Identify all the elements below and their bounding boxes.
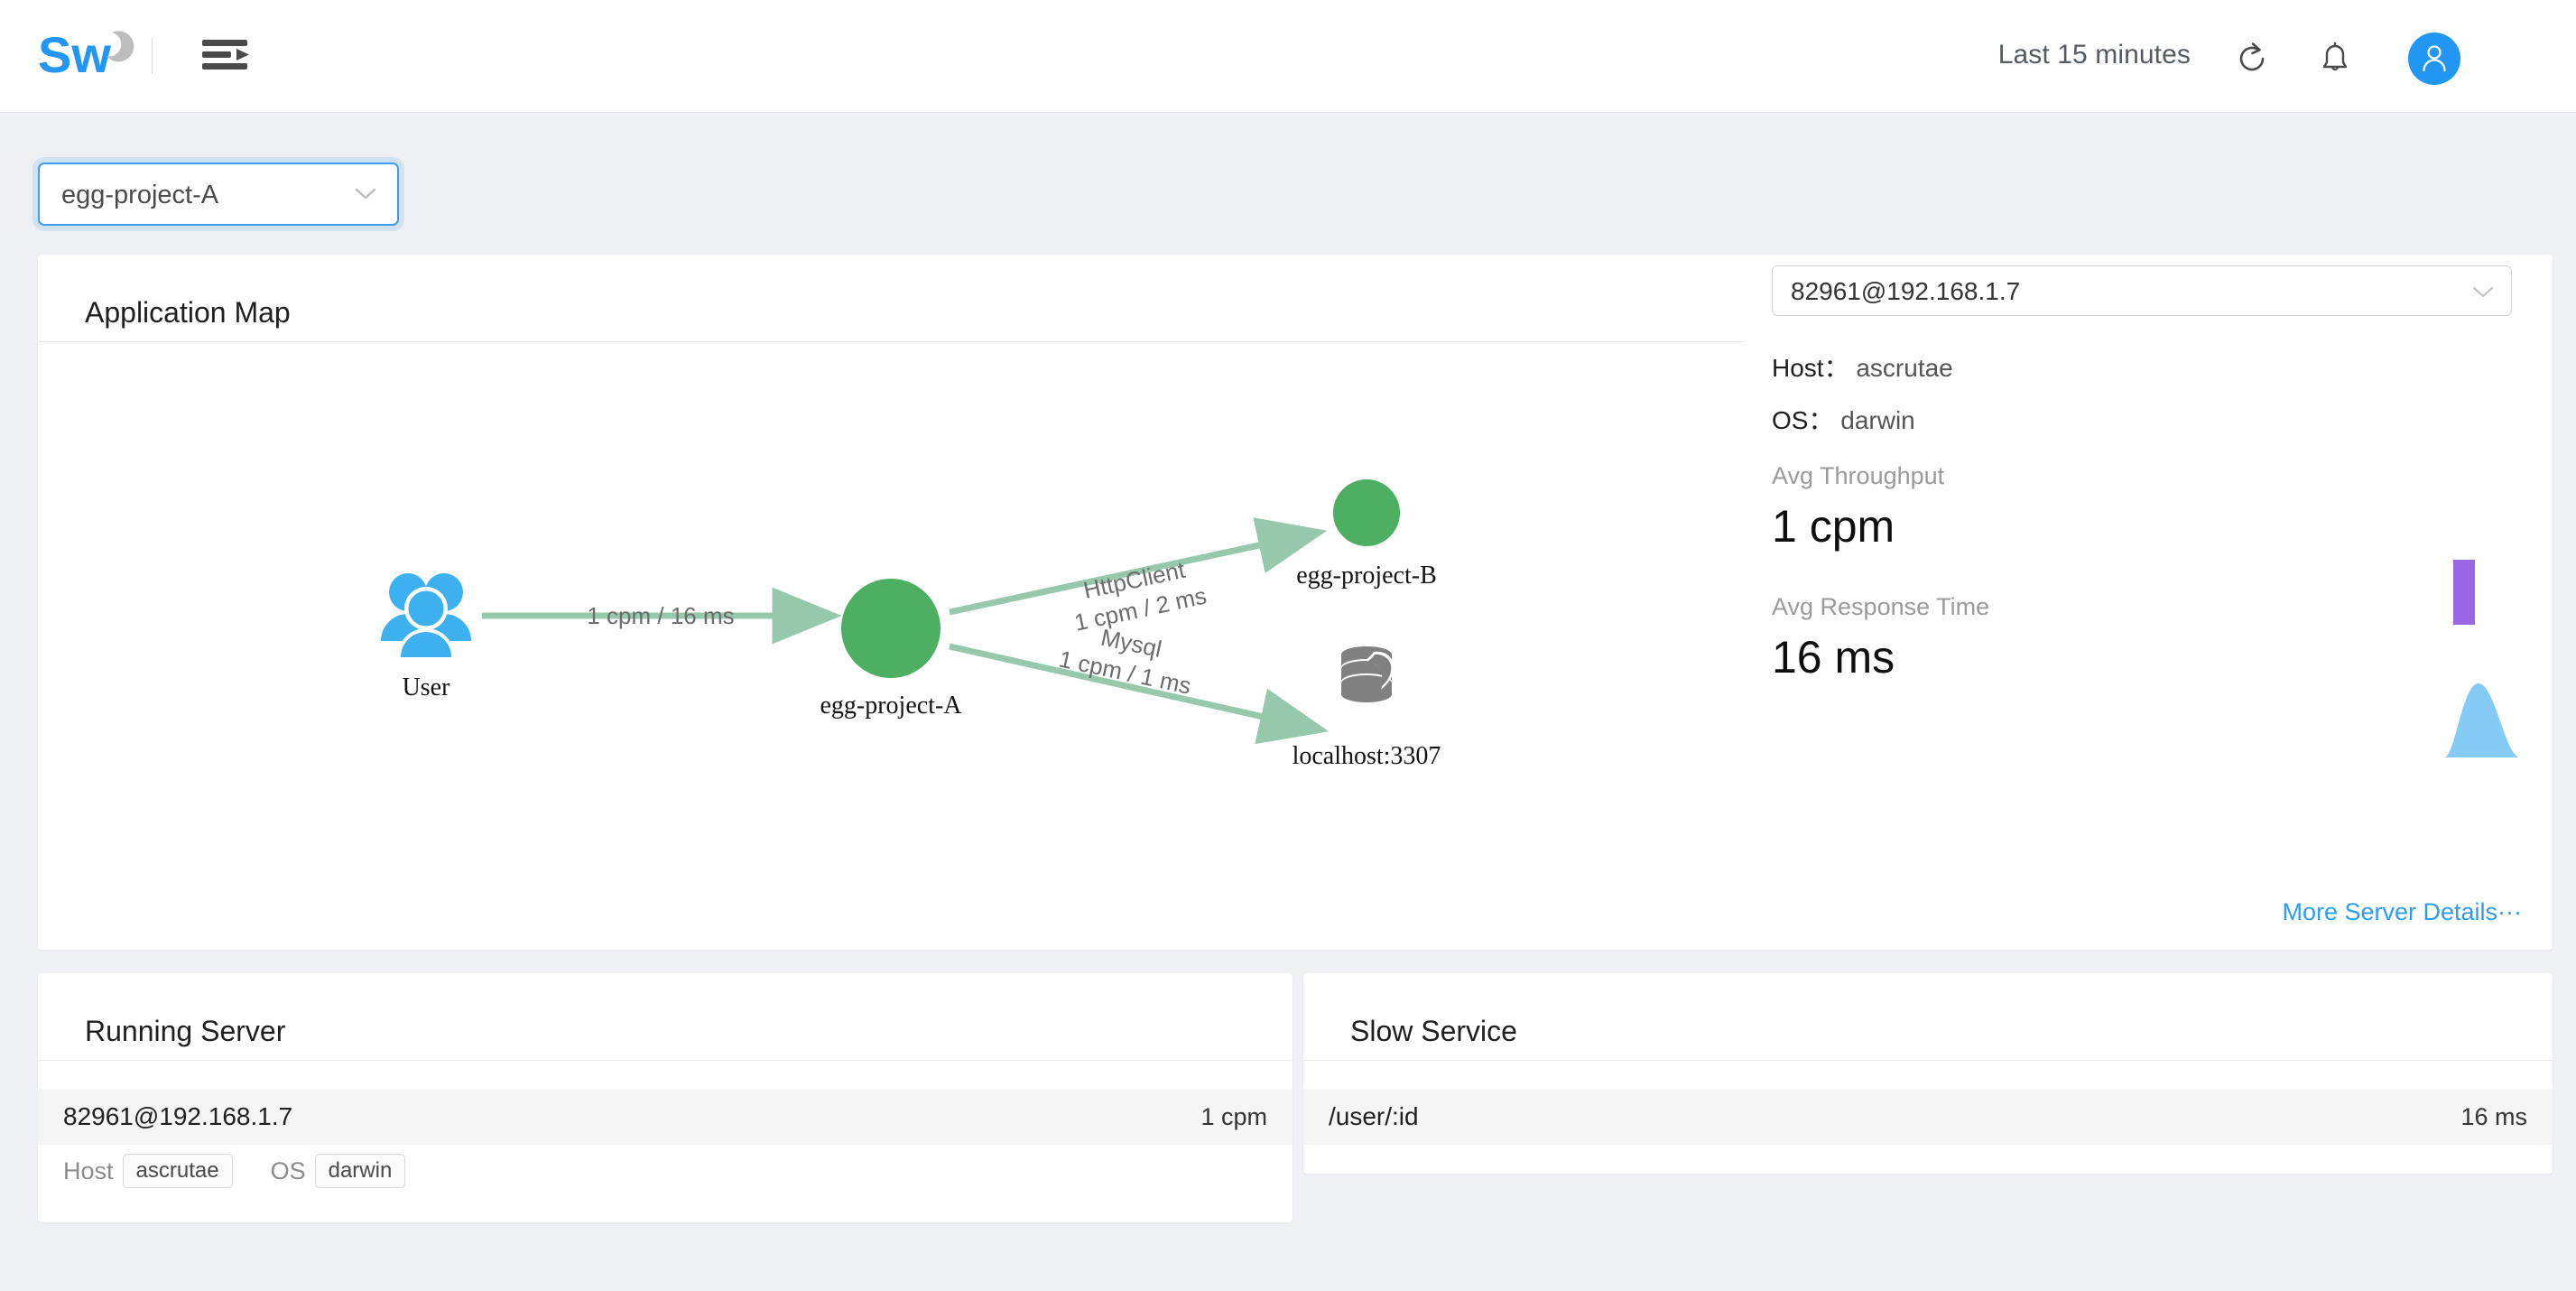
running-server-tags: Host ascrutae OS darwin <box>63 1154 443 1188</box>
host-value: ascrutae <box>1856 354 1953 382</box>
header-divider <box>152 38 153 74</box>
node-egg-project-a[interactable] <box>841 579 941 678</box>
os-value: darwin <box>1840 406 1915 434</box>
server-select-value: 82961@192.168.1.7 <box>1791 277 2021 305</box>
avg-response-time-value: 16 ms <box>1772 632 1895 683</box>
node-label-egg-project-a: egg-project-A <box>820 692 962 720</box>
avg-throughput-label: Avg Throughput <box>1772 462 1945 489</box>
refresh-icon[interactable] <box>2231 38 2273 79</box>
chevron-down-icon <box>355 188 376 200</box>
svg-text:Sw: Sw <box>38 26 111 83</box>
user-icon <box>2423 45 2446 72</box>
tag-key-os: OS <box>270 1156 306 1184</box>
os-info: OS： darwin <box>1772 401 1915 437</box>
avg-throughput-value: 1 cpm <box>1772 501 1895 552</box>
project-select-value: egg-project-A <box>61 181 219 209</box>
slow-service-title: Slow Service <box>1350 1015 1517 1047</box>
slow-service-card: Slow Service /user/:id 16 ms <box>1303 973 2553 1174</box>
server-select[interactable]: 82961@192.168.1.7 <box>1772 265 2512 316</box>
tag-key-host: Host <box>63 1156 114 1184</box>
more-server-details-link[interactable]: More Server Details··· <box>2282 898 2522 926</box>
table-row[interactable]: /user/:id 16 ms <box>1303 1089 2553 1145</box>
page-title: Application Map <box>85 296 291 329</box>
card-header-divider <box>38 1060 1293 1061</box>
user-group-icon[interactable] <box>381 573 471 657</box>
node-egg-project-b[interactable] <box>1333 479 1400 546</box>
throughput-sparkline-chart <box>2453 560 2475 625</box>
status-badge-os: darwin <box>314 1154 406 1188</box>
node-label-user: User <box>402 673 450 701</box>
response-time-sparkline-chart <box>2444 683 2520 757</box>
topology-graph[interactable]: User egg-project-A egg-project-B localho… <box>38 341 1744 950</box>
avg-response-time-label: Avg Response Time <box>1772 593 1990 620</box>
bell-icon[interactable] <box>2314 38 2356 79</box>
running-server-throughput: 1 cpm <box>1200 1103 1267 1130</box>
node-label-egg-project-b: egg-project-B <box>1296 562 1437 590</box>
server-detail-panel: 82961@192.168.1.7 Host： ascrutae OS： dar… <box>1744 255 2553 950</box>
running-server-name: 82961@192.168.1.7 <box>63 1102 293 1130</box>
os-label: OS： <box>1772 406 1834 434</box>
table-row[interactable]: 82961@192.168.1.7 1 cpm <box>38 1089 1293 1145</box>
menu-unfold-icon[interactable] <box>191 27 262 81</box>
running-server-title: Running Server <box>85 1015 286 1047</box>
card-header-divider <box>1303 1060 2553 1061</box>
logo-mark: Sw <box>38 26 134 83</box>
skywalking-logo[interactable]: Sw <box>38 23 137 88</box>
chevron-down-icon <box>2472 286 2494 298</box>
slow-service-latency: 16 ms <box>2460 1103 2527 1130</box>
status-badge-host: ascrutae <box>122 1154 233 1188</box>
top-header-bar: Sw Last 15 minutes <box>0 0 2576 113</box>
time-range-selector[interactable]: Last 15 minutes <box>1998 40 2191 70</box>
edge-label-user-projectA: 1 cpm / 16 ms <box>587 602 735 629</box>
application-map-card: Application Map User egg-project-A egg-p… <box>38 255 2553 950</box>
database-icon[interactable] <box>1341 646 1395 702</box>
project-select[interactable]: egg-project-A <box>38 163 399 226</box>
node-label-localhost-3307: localhost:3307 <box>1292 742 1441 770</box>
host-label: Host： <box>1772 354 1849 382</box>
avatar[interactable] <box>2408 33 2460 85</box>
host-info: Host： ascrutae <box>1772 348 1953 385</box>
slow-service-endpoint: /user/:id <box>1329 1102 1419 1130</box>
running-server-card: Running Server 82961@192.168.1.7 1 cpm H… <box>38 973 1293 1222</box>
